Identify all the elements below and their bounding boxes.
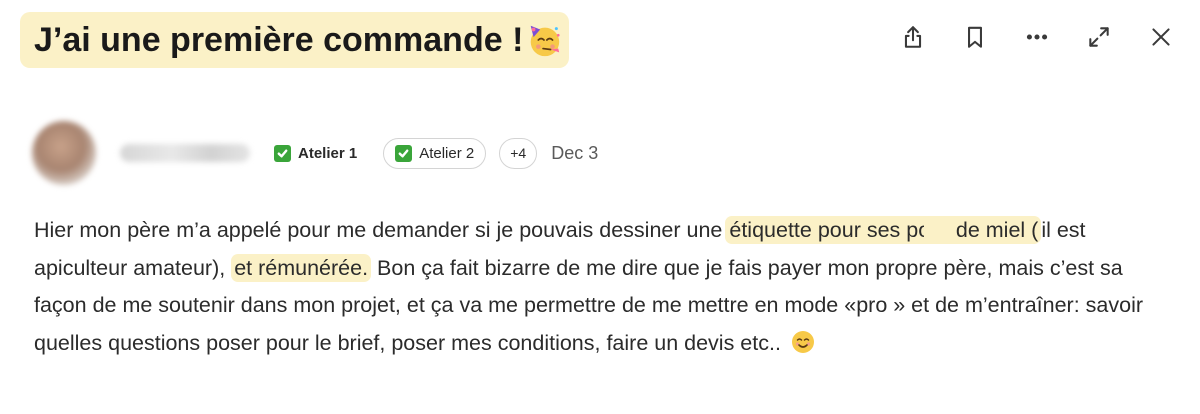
expand-icon (1089, 27, 1109, 47)
share-button[interactable] (896, 20, 930, 54)
highlighted-text: de miel ( (923, 216, 1042, 244)
post-title-highlight: J’ai une première commande ! (20, 12, 570, 68)
badge-atelier-2: Atelier 2 (383, 137, 487, 169)
post-body: Hier mon père m’a appelé pour me demande… (34, 212, 1174, 362)
partying-face-emoji-icon (531, 25, 560, 57)
badge-label: Atelier 1 (298, 144, 358, 162)
smiling-face-emoji-icon (791, 330, 814, 353)
post-date: Dec 3 (551, 142, 599, 163)
check-mark-icon (395, 144, 413, 162)
post-toolbar (896, 20, 1178, 54)
avatar[interactable] (32, 121, 96, 185)
post-title-container: J’ai une première commande ! (20, 12, 570, 68)
more-options-icon (1026, 34, 1048, 40)
more-badges-button[interactable]: +4 (499, 137, 538, 169)
check-mark-icon (274, 144, 291, 162)
close-button[interactable] (1144, 20, 1178, 54)
bookmark-button[interactable] (958, 20, 992, 54)
close-icon (1152, 28, 1170, 46)
badge-atelier-1: Atelier 1 (274, 144, 358, 162)
highlighted-text: étiquette pour ses pots (725, 216, 950, 244)
author-name-blurred[interactable] (120, 144, 250, 162)
body-text-segment: Hier mon père m’a appelé pour me demande… (34, 218, 729, 242)
badge-label: Atelier 2 (419, 144, 475, 162)
author-row: Atelier 1 Atelier 2 +4 Dec 3 (32, 118, 598, 188)
bookmark-icon (968, 26, 982, 48)
post-title: J’ai une première commande ! (34, 20, 524, 59)
more-options-button[interactable] (1020, 20, 1054, 54)
expand-button[interactable] (1082, 20, 1116, 54)
share-icon (904, 26, 922, 48)
highlighted-text: et rémunérée. (231, 253, 372, 282)
